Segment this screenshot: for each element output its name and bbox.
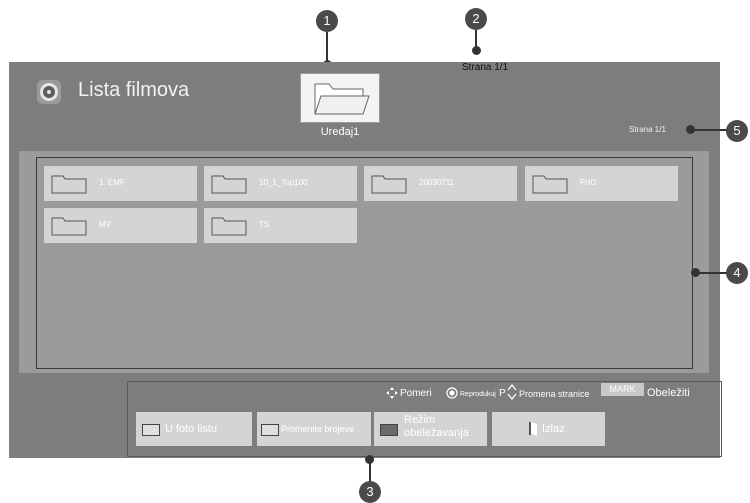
page-indicator-top: Strana 1/1: [462, 62, 509, 73]
folder-name: 1. EMF: [99, 178, 125, 187]
folder-icon: [51, 217, 87, 236]
callout-3-line: [369, 462, 371, 482]
mark-key-badge: MARK: [601, 383, 644, 396]
folder-item[interactable]: FHD: [525, 166, 678, 201]
page-title: Lista filmova: [78, 79, 190, 101]
callout-5-line: [693, 129, 728, 131]
callout-5: 5: [726, 120, 748, 142]
button-label: Izlaz: [542, 423, 565, 435]
folder-icon: [371, 175, 407, 194]
hint-mark: Obeležiti: [647, 387, 690, 399]
device-label: Uređaj1: [320, 126, 360, 138]
folder-name: MV: [99, 220, 111, 229]
folder-item[interactable]: 10_1_Top100: [204, 166, 357, 201]
callout-1-line: [326, 32, 328, 62]
hint-change-page: Promena stranice: [519, 389, 590, 399]
folder-icon: [51, 175, 87, 194]
ok-button-icon: [446, 387, 458, 399]
yellow-key-swatch: [142, 424, 160, 436]
button-label: Promenite brojeve: [281, 424, 355, 434]
folder-item[interactable]: 20090711: [364, 166, 517, 201]
move-arrows-icon: [386, 387, 398, 399]
folder-icon: [532, 175, 568, 194]
callout-4: 4: [726, 262, 748, 284]
button-label: Režim obeležavanja: [404, 414, 469, 439]
folder-name: FHD: [580, 178, 597, 187]
folder-icon: [314, 83, 370, 115]
callout-2-dot: [472, 46, 481, 55]
folder-name: 10_1_Top100: [259, 178, 308, 187]
hint-play: Reprodukuj: [460, 391, 496, 398]
device-folder-button[interactable]: [300, 73, 380, 123]
folder-item[interactable]: 1. EMF: [44, 166, 197, 201]
exit-button[interactable]: Izlaz: [492, 412, 605, 446]
folder-name: TS: [259, 220, 270, 229]
button-label: U foto listu: [165, 423, 217, 435]
tv-screen: Lista filmova Uređaj1 Strana 1/1 Strana …: [9, 62, 722, 458]
folder-item[interactable]: TS: [204, 208, 357, 243]
mark-mode-button[interactable]: Režim obeležavanja: [374, 412, 487, 446]
movie-list-icon: [37, 80, 61, 104]
red-key-swatch: [380, 424, 398, 436]
blue-key-swatch: [261, 424, 279, 436]
photo-list-button[interactable]: U foto listu: [136, 412, 252, 446]
hint-p-key: P: [499, 388, 506, 399]
callout-3: 3: [359, 481, 381, 503]
hint-move: Pomeri: [400, 388, 432, 399]
callout-2: 2: [465, 8, 487, 30]
folder-icon: [211, 175, 247, 194]
callout-1: 1: [316, 10, 338, 32]
change-numbers-button[interactable]: Promenite brojeve: [257, 412, 371, 446]
folder-name: 20090711: [419, 178, 454, 187]
folder-item[interactable]: MV: [44, 208, 197, 243]
page-indicator: Strana 1/1: [629, 125, 666, 134]
callout-4-line: [698, 272, 728, 274]
folder-icon: [211, 217, 247, 236]
exit-icon: [529, 422, 537, 436]
page-up-down-icon: [507, 384, 517, 400]
